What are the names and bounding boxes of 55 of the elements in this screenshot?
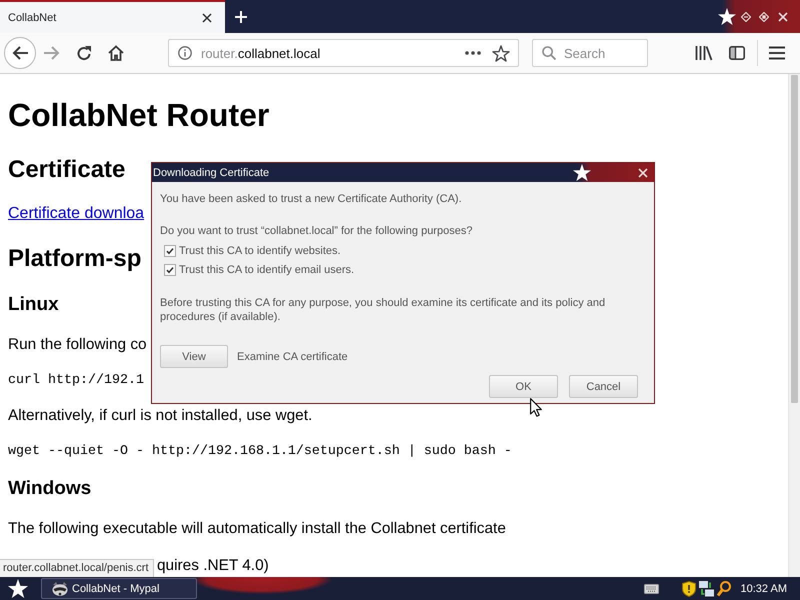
- link-preview-tooltip: router.collabnet.local/penis.crt: [0, 559, 154, 577]
- scrollbar-thumb[interactable]: [791, 75, 798, 403]
- tab[interactable]: CollabNet: [0, 0, 225, 33]
- plus-icon[interactable]: [235, 10, 247, 22]
- clock: 10:32 AM: [740, 582, 787, 594]
- address-bar[interactable]: router.collabnet.local: [168, 39, 519, 67]
- subsection-heading: Windows: [8, 477, 92, 501]
- button-caption: Examine CA certificate: [237, 350, 348, 364]
- checkbox[interactable]: [164, 264, 176, 276]
- scrollbar[interactable]: [788, 74, 800, 577]
- dialog-message: Before trusting this CA for any purpose, you should examine its certificate and its policy and procedures (if available).: [160, 296, 606, 324]
- raccoon-icon: [52, 582, 68, 596]
- dialog-button[interactable]: OK: [489, 375, 558, 398]
- star-icon[interactable]: [492, 44, 510, 62]
- dialog-question: Do you want to trust “collabnet.local” for the following purposes?: [160, 224, 472, 238]
- section-heading: Platform-sp: [8, 244, 142, 274]
- star-icon: [573, 164, 591, 181]
- code-line: wget --quiet -O - http://192.168.1.1/setupcert.sh | sudo bash -: [8, 443, 512, 461]
- paragraph: Run the following co: [8, 335, 147, 355]
- home-icon[interactable]: [108, 45, 124, 61]
- dialog-message: You have been asked to trust a new Certificate Authority (CA).: [160, 192, 462, 206]
- taskbar-button[interactable]: CollabNet - Mypal: [41, 578, 197, 599]
- paragraph: quires .NET 4.0): [157, 556, 269, 576]
- diamond-icon[interactable]: [741, 12, 751, 22]
- code-line: curl http://192.1: [8, 372, 144, 390]
- subsection-heading: Linux: [8, 293, 59, 317]
- info-icon[interactable]: [178, 46, 192, 60]
- checkbox-label: Trust this CA to identify email users.: [179, 262, 354, 276]
- star-icon: [718, 8, 736, 25]
- menu-icon[interactable]: [769, 46, 785, 60]
- diamond-icon[interactable]: [759, 12, 769, 22]
- paragraph: Alternatively, if curl is not installed, use wget.: [8, 406, 312, 426]
- keyboard-icon[interactable]: [644, 584, 659, 594]
- checkbox-label: Trust this CA to identify websites.: [179, 244, 341, 258]
- left-arrow-icon: [12, 46, 28, 60]
- dialog-button[interactable]: Cancel: [569, 375, 638, 398]
- close-icon[interactable]: [202, 12, 212, 22]
- more-dots-icon[interactable]: [465, 51, 481, 55]
- checkbox[interactable]: [164, 244, 176, 256]
- download-link[interactable]: Certificate downloa: [8, 204, 144, 224]
- network-icon[interactable]: [698, 580, 714, 596]
- mouse-pointer-icon: [530, 398, 542, 417]
- shield-icon[interactable]: [682, 580, 696, 596]
- dialog-title: Downloading Certificate: [153, 166, 270, 180]
- back-button[interactable]: [4, 37, 36, 69]
- section-heading: Certificate: [8, 155, 126, 185]
- reload-icon[interactable]: [76, 45, 92, 61]
- star-icon[interactable]: [8, 579, 28, 598]
- sidebar-icon[interactable]: [729, 46, 745, 60]
- paragraph: The following executable will automatically install the Collabnet certificate: [8, 519, 506, 539]
- library-icon[interactable]: [695, 45, 713, 61]
- view-button[interactable]: View: [160, 345, 228, 368]
- search-icon[interactable]: [716, 580, 731, 596]
- search-icon: [542, 46, 556, 60]
- page-title: CollabNet Router: [8, 96, 270, 135]
